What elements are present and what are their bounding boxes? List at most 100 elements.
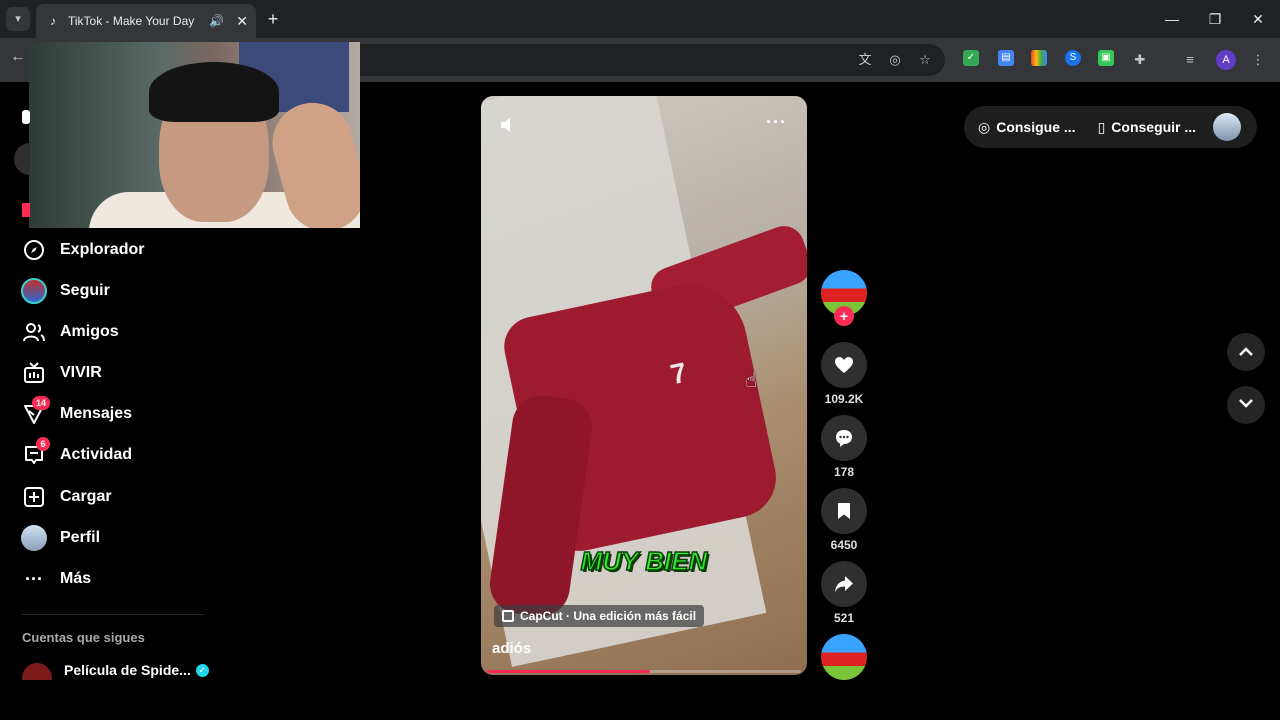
more-icon: ··· [25,568,43,589]
sidebar-item-messages[interactable]: 14 Mensajes [18,396,218,431]
video-description: adiós [492,640,532,657]
sidebar-item-label: Actividad [60,446,133,463]
sidebar-item-upload[interactable]: Cargar [18,480,218,514]
puzzle-icon[interactable]: ✚ [1130,50,1150,70]
tab-search-button[interactable]: ▾ [6,7,30,31]
for-you-icon-partial[interactable] [22,203,30,217]
sidebar-item-explore[interactable]: Explorador [18,233,218,267]
profile-avatar-icon [18,522,50,554]
sidebar-item-activity[interactable]: 6 Actividad [18,437,218,472]
sidebar-item-more[interactable]: ··· Más [18,562,218,596]
tiktok-logo-partial[interactable] [22,110,30,124]
following-account-avatar [22,663,52,680]
sidebar-item-following[interactable]: Seguir [18,274,218,308]
back-icon[interactable]: ← [10,48,26,66]
share-button[interactable] [821,561,867,607]
sidebar-divider [22,614,204,615]
live-icon [18,357,50,389]
save-count: 6450 [830,538,858,552]
translate-icon[interactable]: 文 [855,50,875,70]
color-extension-icon[interactable] [1031,50,1047,66]
comment-icon [836,430,852,447]
following-account-name: Película de Spide... [64,662,191,678]
video-progress-fill [487,670,651,673]
friends-icon [18,316,50,348]
bookmark-icon [838,503,850,519]
get-app-label: Conseguir ... [1111,119,1197,135]
tab-title: TikTok - Make Your Day [68,14,195,28]
shazam-extension-icon[interactable]: S [1065,50,1081,66]
webcam-overlay [29,42,360,228]
share-count: 521 [833,611,855,625]
new-tab-button[interactable]: + [262,8,284,30]
sidebar-item-label: Mensajes [60,405,133,422]
capcut-icon [502,610,514,622]
previous-video-button[interactable] [1227,333,1265,371]
get-coins-button[interactable]: ◎ Consigue ... [978,119,1076,136]
more-options-icon[interactable]: ··· [766,112,787,133]
save-button[interactable] [821,488,867,534]
sidebar-item-label: Explorador [60,241,145,258]
comment-button[interactable] [821,415,867,461]
sidebar-item-label: Seguir [60,282,110,299]
browser-tab[interactable]: ♪ TikTok - Make Your Day 🔊 ✕ [36,4,256,38]
video-player[interactable]: 7 ··· MUY BIEN CapCut · Una edición más … [481,96,807,675]
sidebar-item-label: Perfil [60,529,101,546]
activity-icon: 6 [18,437,50,471]
verified-icon: ✓ [195,663,209,677]
star-icon[interactable]: ☆ [915,50,935,70]
sidebar-item-label: Amigos [60,323,119,340]
heart-icon [835,357,853,373]
messages-badge: 14 [32,396,51,410]
get-coins-label: Consigue ... [996,119,1076,135]
android-extension-icon[interactable]: ▣ [1098,50,1114,66]
activity-badge: 6 [36,437,50,451]
next-video-button[interactable] [1227,386,1265,424]
audio-playing-icon[interactable]: 🔊 [209,14,224,28]
following-avatar [21,278,47,304]
sound-avatar[interactable] [821,634,867,680]
menu-icon[interactable]: ⋮ [1248,50,1268,70]
hand-cursor-icon: ☝ [745,370,758,392]
messages-icon: 14 [18,396,51,430]
user-avatar[interactable] [1213,113,1241,141]
restore-button[interactable]: ❐ [1203,8,1227,30]
eye-off-icon[interactable]: ◎ [885,50,905,70]
sidebar-item-live[interactable]: VIVIR [18,356,218,390]
sidebar-item-label: Cargar [60,488,112,505]
follow-plus-button[interactable]: + [834,306,854,326]
sidebar-item-label: VIVIR [60,364,102,381]
minimize-button[interactable]: — [1160,8,1184,30]
shield-extension-icon[interactable]: ✓ [963,50,979,66]
like-button[interactable] [821,342,867,388]
top-right-bar: ◎ Consigue ... ▯ Conseguir ... [964,106,1257,148]
chevron-up-icon [1239,347,1253,356]
coin-icon: ◎ [978,118,991,135]
docs-extension-icon[interactable]: ▤ [998,50,1014,66]
video-progress-bar[interactable] [487,670,801,673]
compass-icon [18,234,50,266]
address-bar[interactable] [330,44,945,76]
comment-count: 178 [833,465,855,479]
profile-avatar [21,525,47,551]
person-hair [149,62,279,122]
search-input-partial[interactable] [14,143,30,175]
sidebar-item-friends[interactable]: Amigos [18,315,218,349]
chevron-down-icon [1239,399,1253,408]
media-control-icon[interactable]: ≡ [1180,50,1200,70]
share-icon [835,576,853,592]
browser-profile-avatar[interactable]: A [1216,50,1236,70]
sidebar-item-profile[interactable]: Perfil [18,521,218,555]
close-tab-button[interactable]: ✕ [236,13,248,30]
following-avatar-icon [18,275,50,307]
upload-icon [18,481,50,513]
following-account[interactable]: Película de Spide... ✓ [22,660,209,680]
close-window-button[interactable]: ✕ [1246,8,1270,30]
volume-icon[interactable] [499,116,517,139]
tiktok-icon: ♪ [50,14,56,28]
following-section-title: Cuentas que sigues [22,630,145,645]
get-app-button[interactable]: ▯ Conseguir ... [1098,119,1197,136]
sidebar-item-label: Más [60,570,92,587]
capcut-tag[interactable]: CapCut · Una edición más fácil [494,605,705,627]
video-overlay-caption: MUY BIEN [580,545,708,577]
